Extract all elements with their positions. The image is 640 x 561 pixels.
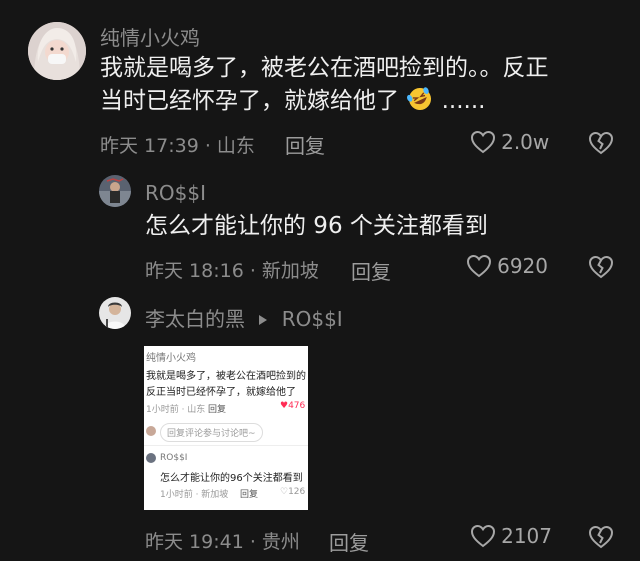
screenshot-sub-heart-icon: ♡: [280, 487, 289, 497]
like-count: 6920: [497, 254, 548, 278]
play-arrow-icon: [259, 315, 268, 325]
comment-text-line-2-tail: ......: [441, 88, 486, 114]
screenshot-sub-meta: 1小时前 · 新加坡: [160, 490, 229, 500]
screenshot-sub-username: RO$$I: [160, 453, 188, 463]
screenshot-sub-text: 怎么才能让你的96个关注都看到: [160, 473, 303, 484]
like-button[interactable]: 6920: [466, 254, 548, 278]
screenshot-like-count: 476: [288, 401, 306, 411]
screenshot-likes: ♥476: [280, 401, 305, 411]
attached-screenshot-image[interactable]: 纯情小火鸡 我就是喝多了，被老公在酒吧捡到的 反正当时已经怀孕了，就嫁给他了 1…: [144, 346, 308, 510]
avatar[interactable]: [99, 175, 131, 207]
avatar[interactable]: [28, 22, 86, 80]
comment-username[interactable]: RO$$I: [145, 181, 206, 205]
screenshot-sub-likes: ♡126: [280, 487, 305, 497]
comment-time-location: 昨天 19:41 · 贵州: [145, 531, 300, 553]
screenshot-username: 纯情小火鸡: [146, 353, 196, 364]
comment-time-location: 昨天 18:16 · 新加坡: [145, 260, 319, 282]
rofl-emoji-icon: [406, 86, 434, 112]
like-button[interactable]: 2107: [470, 524, 552, 548]
heart-icon: [466, 254, 492, 278]
user-avatar-image: [99, 175, 131, 207]
screenshot-meta: 1小时前 · 山东: [146, 405, 206, 415]
screenshot-heart-icon: ♥: [280, 401, 289, 411]
reply-to-username[interactable]: RO$$I: [282, 307, 343, 331]
screenshot-sub-like-count: 126: [288, 487, 306, 497]
screenshot-sub-avatar: [146, 453, 156, 463]
dislike-broken-heart-icon[interactable]: [588, 131, 614, 155]
comment-username[interactable]: 纯情小火鸡: [100, 22, 200, 51]
reply-button[interactable]: 回复: [329, 527, 369, 556]
screenshot-sub-reply: 回复: [240, 490, 259, 500]
screenshot-reply-prompt: 回复评论参与讨论吧~: [160, 423, 263, 442]
heart-icon: [470, 524, 496, 548]
like-count: 2107: [501, 524, 552, 548]
dislike-broken-heart-icon[interactable]: [588, 255, 614, 279]
screenshot-text-line-2: 反正当时已经怀孕了，就嫁给他了: [146, 387, 296, 398]
comment-time-location: 昨天 17:39 · 山东: [100, 135, 255, 157]
screenshot-text-line-1: 我就是喝多了，被老公在酒吧捡到的: [146, 371, 306, 382]
comment-text-line-1: 我就是喝多了，被老公在酒吧捡到的。。反正: [100, 55, 549, 81]
reply-button[interactable]: 回复: [285, 130, 325, 159]
heart-icon: [470, 130, 496, 154]
avatar[interactable]: [99, 297, 131, 329]
dislike-broken-heart-icon[interactable]: [588, 525, 614, 549]
comment-text: 怎么才能让你的 96 个关注都看到: [145, 213, 488, 239]
comment-text-line-2: 当时已经怀孕了，就嫁给他了 ......: [100, 85, 486, 118]
screenshot-reply: 回复: [208, 405, 227, 415]
reply-header: 李太白的黑 RO$$I: [145, 303, 343, 332]
reply-button[interactable]: 回复: [351, 256, 391, 285]
comment-username[interactable]: 李太白的黑: [145, 307, 245, 331]
comment-text-line-2-main: 当时已经怀孕了，就嫁给他了: [100, 88, 399, 114]
user-avatar-image: [28, 22, 86, 80]
user-avatar-image: [99, 297, 131, 329]
like-button[interactable]: 2.0w: [470, 130, 549, 154]
screenshot-small-avatar: [146, 426, 156, 436]
screenshot-divider: [144, 445, 308, 446]
like-count: 2.0w: [501, 130, 550, 154]
